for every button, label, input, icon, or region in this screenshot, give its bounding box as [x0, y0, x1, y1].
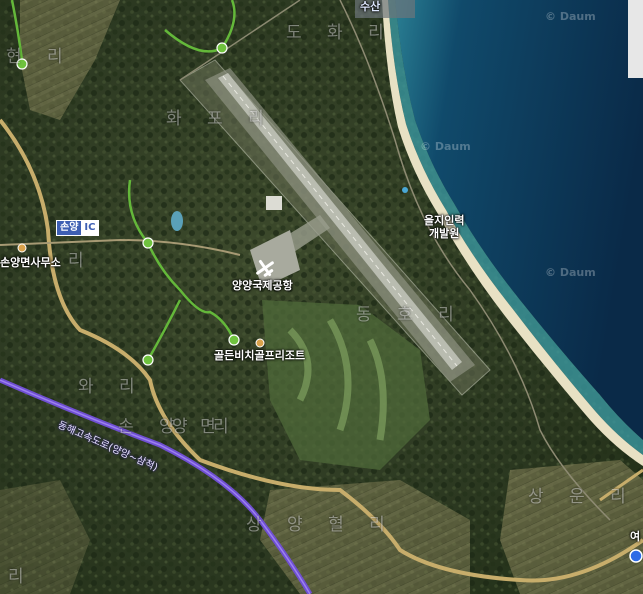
district-label-dongho: 동 호 리	[356, 305, 464, 325]
district-label-ri-west: 리	[68, 251, 94, 271]
district-label-wa: 와 리	[78, 377, 145, 397]
airport-label[interactable]: 양양국제공항	[232, 279, 293, 292]
map-watermark: © Daum	[545, 266, 596, 279]
district-label-sangun: 상 운 리	[528, 487, 636, 507]
map-watermark: © Daum	[420, 140, 471, 153]
district-label-hyeon: 현 리	[6, 47, 73, 67]
township-office-label[interactable]: 손양면사무소	[0, 256, 61, 269]
district-label-yang: 양 리	[172, 417, 239, 437]
district-label-hwapo: 화 포 리	[166, 109, 274, 129]
place-label-yeo: 여	[630, 530, 641, 543]
district-label-dohwa: 도 화 리	[286, 23, 394, 43]
place-label-susan: 수산	[360, 0, 381, 13]
district-label-sangyanghyeol: 상 양 혈 리	[246, 515, 395, 535]
interchange-badge[interactable]: 손양 IC	[56, 220, 100, 236]
interchange-tag: IC	[81, 221, 99, 235]
map-watermark: © Daum	[545, 10, 596, 23]
map-viewport[interactable]: © Daum © Daum © Daum 도 화 리 화 포 리 동 호 리 손…	[0, 0, 643, 594]
district-label-ri-sw: 리	[8, 567, 34, 587]
interchange-name: 손양	[57, 221, 82, 235]
golf-resort-label[interactable]: 골든비치골프리조트	[214, 349, 305, 362]
research-institute-label[interactable]: 을지인력 개발원	[424, 214, 464, 240]
